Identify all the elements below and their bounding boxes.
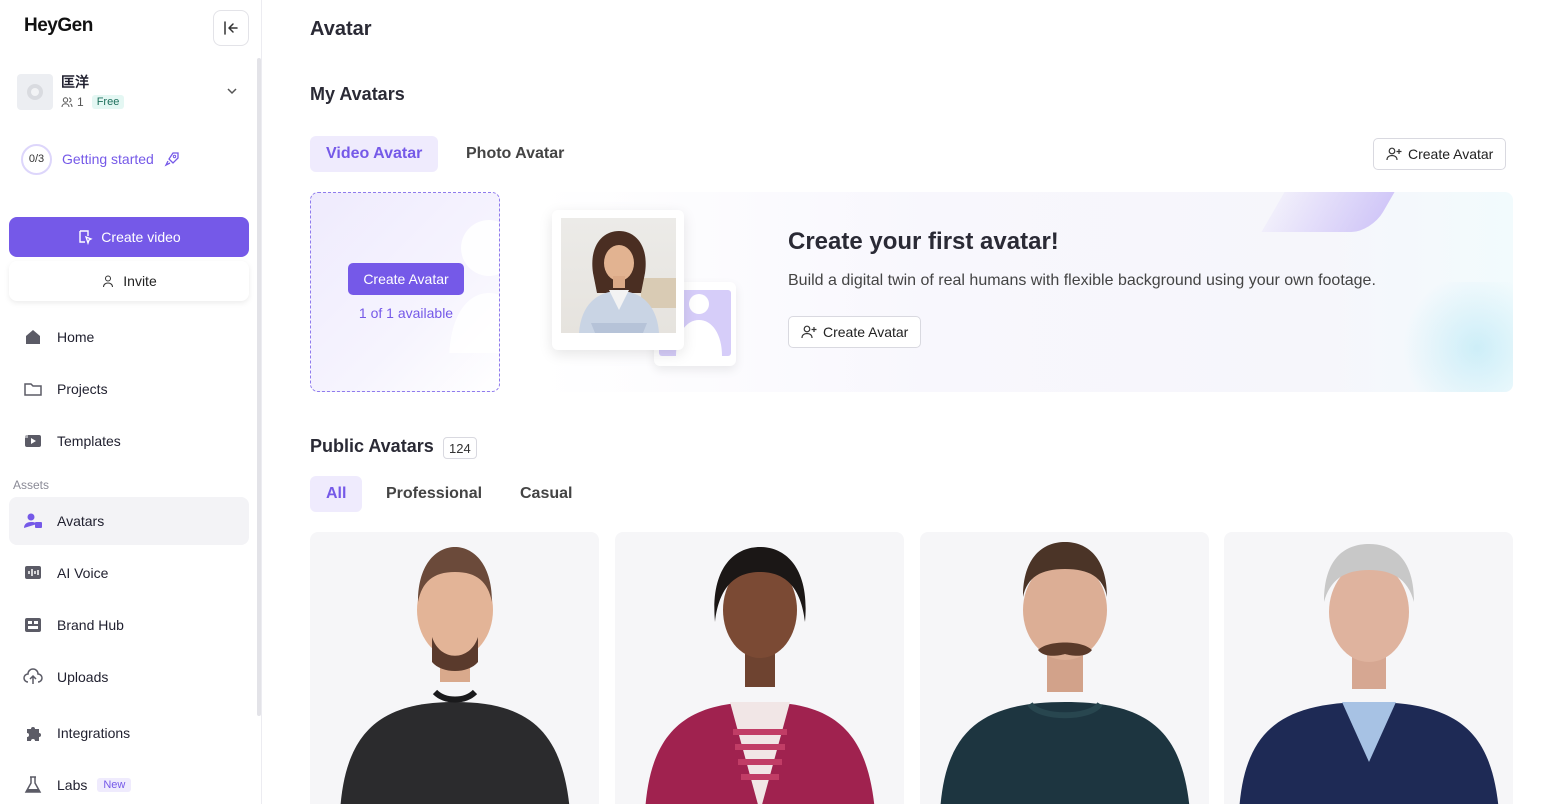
voice-icon xyxy=(23,563,43,583)
sidebar: HeyGen 匡洋 1 Free 0/3 Getting started Cre… xyxy=(0,0,262,804)
nav-label: Avatars xyxy=(57,513,105,529)
collapse-sidebar-button[interactable] xyxy=(213,10,249,46)
tab-video-avatar[interactable]: Video Avatar xyxy=(310,136,439,172)
brand-icon xyxy=(23,615,43,635)
avatar-card[interactable] xyxy=(920,532,1209,804)
chevron-down-icon xyxy=(227,88,237,95)
decorative-glow xyxy=(1393,282,1513,392)
availability-text: 1 of 1 available xyxy=(358,305,454,321)
folder-icon xyxy=(23,379,43,399)
public-avatars-title: Public Avatars xyxy=(310,436,434,456)
filter-professional[interactable]: Professional xyxy=(370,476,498,512)
create-video-label: Create video xyxy=(101,229,181,245)
progress-ring: 0/3 xyxy=(21,143,52,175)
avatar-portrait xyxy=(645,547,875,804)
person-icon xyxy=(103,275,114,288)
upload-icon xyxy=(23,667,43,687)
sample-avatar-image xyxy=(561,218,676,333)
nav-item-home[interactable]: Home xyxy=(9,313,249,361)
banner-title: Create your first avatar! xyxy=(788,228,1059,255)
my-avatars-title: My Avatars xyxy=(310,84,405,104)
nav-item-avatars[interactable]: Avatars xyxy=(9,497,249,545)
assets-section-label: Assets xyxy=(13,478,50,492)
add-user-icon xyxy=(801,325,817,339)
banner-description: Build a digital twin of real humans with… xyxy=(788,272,1376,289)
create-avatar-label: Create Avatar xyxy=(1408,146,1494,162)
workspace-switcher[interactable]: 匡洋 1 Free xyxy=(17,72,245,112)
plan-badge: Free xyxy=(91,95,125,109)
members-icon xyxy=(61,97,73,108)
card-create-avatar-button[interactable]: Create Avatar xyxy=(348,263,464,295)
nav-label: Home xyxy=(57,329,95,345)
public-avatars-count: 124 xyxy=(443,437,477,459)
avatar-portrait xyxy=(940,542,1190,804)
banner-create-avatar-label: Create Avatar xyxy=(823,324,909,340)
puzzle-icon xyxy=(23,723,43,743)
home-icon xyxy=(23,327,43,347)
nav-item-brand-hub[interactable]: Brand Hub xyxy=(9,601,249,649)
decorative-shape xyxy=(1261,192,1395,232)
getting-started-link[interactable]: 0/3 Getting started xyxy=(21,143,180,175)
nav-item-projects[interactable]: Projects xyxy=(9,365,249,413)
nav-label: Templates xyxy=(57,433,121,449)
nav-label: Integrations xyxy=(57,725,131,741)
rocket-icon xyxy=(164,152,179,167)
avatar-portrait xyxy=(1239,544,1499,804)
nav-label: Projects xyxy=(57,381,108,397)
avatar-card[interactable] xyxy=(615,532,904,804)
getting-started-label: Getting started xyxy=(62,151,154,167)
avatar-card[interactable] xyxy=(310,532,599,804)
nav-item-labs[interactable]: Labs New xyxy=(9,761,249,804)
new-badge: New xyxy=(97,778,132,792)
nav-item-integrations[interactable]: Integrations xyxy=(9,709,249,757)
nav-label: Brand Hub xyxy=(57,617,124,633)
nav-label: AI Voice xyxy=(57,565,109,581)
filter-all[interactable]: All xyxy=(310,476,363,512)
heygen-logo[interactable]: HeyGen xyxy=(24,15,93,37)
nav-label: Labs xyxy=(57,777,88,793)
create-avatar-banner: Create your first avatar! Build a digita… xyxy=(540,192,1513,392)
nav-item-ai-voice[interactable]: AI Voice xyxy=(9,549,249,597)
create-video-button[interactable]: Create video xyxy=(9,217,249,257)
nav-label: Uploads xyxy=(57,669,109,685)
avatar-card[interactable] xyxy=(1224,532,1513,804)
workspace-meta: 1 Free xyxy=(61,95,125,109)
add-user-icon xyxy=(1386,147,1402,161)
nav-item-uploads[interactable]: Uploads xyxy=(9,653,249,701)
collapse-icon xyxy=(224,21,238,35)
banner-create-avatar-button[interactable]: Create Avatar xyxy=(788,316,922,348)
page-title: Avatar xyxy=(310,18,372,40)
sidebar-scrollbar[interactable] xyxy=(257,58,261,716)
invite-button[interactable]: Invite xyxy=(9,261,249,301)
flask-icon xyxy=(23,775,43,795)
create-avatar-card[interactable]: Create Avatar 1 of 1 available xyxy=(310,192,500,392)
workspace-avatar xyxy=(17,74,53,110)
avatar-portrait xyxy=(340,547,570,804)
tab-photo-avatar[interactable]: Photo Avatar xyxy=(450,136,580,172)
workspace-name: 匡洋 xyxy=(61,74,89,90)
create-avatar-button[interactable]: Create Avatar xyxy=(1373,138,1507,170)
member-count: 1 xyxy=(77,95,84,109)
avatar-preview-photo xyxy=(552,210,684,350)
nav-item-templates[interactable]: Templates xyxy=(9,417,249,465)
invite-label: Invite xyxy=(123,273,157,289)
filter-casual[interactable]: Casual xyxy=(504,476,588,512)
cursor-icon xyxy=(79,230,93,245)
templates-icon xyxy=(23,431,43,451)
avatar-icon xyxy=(23,511,43,531)
